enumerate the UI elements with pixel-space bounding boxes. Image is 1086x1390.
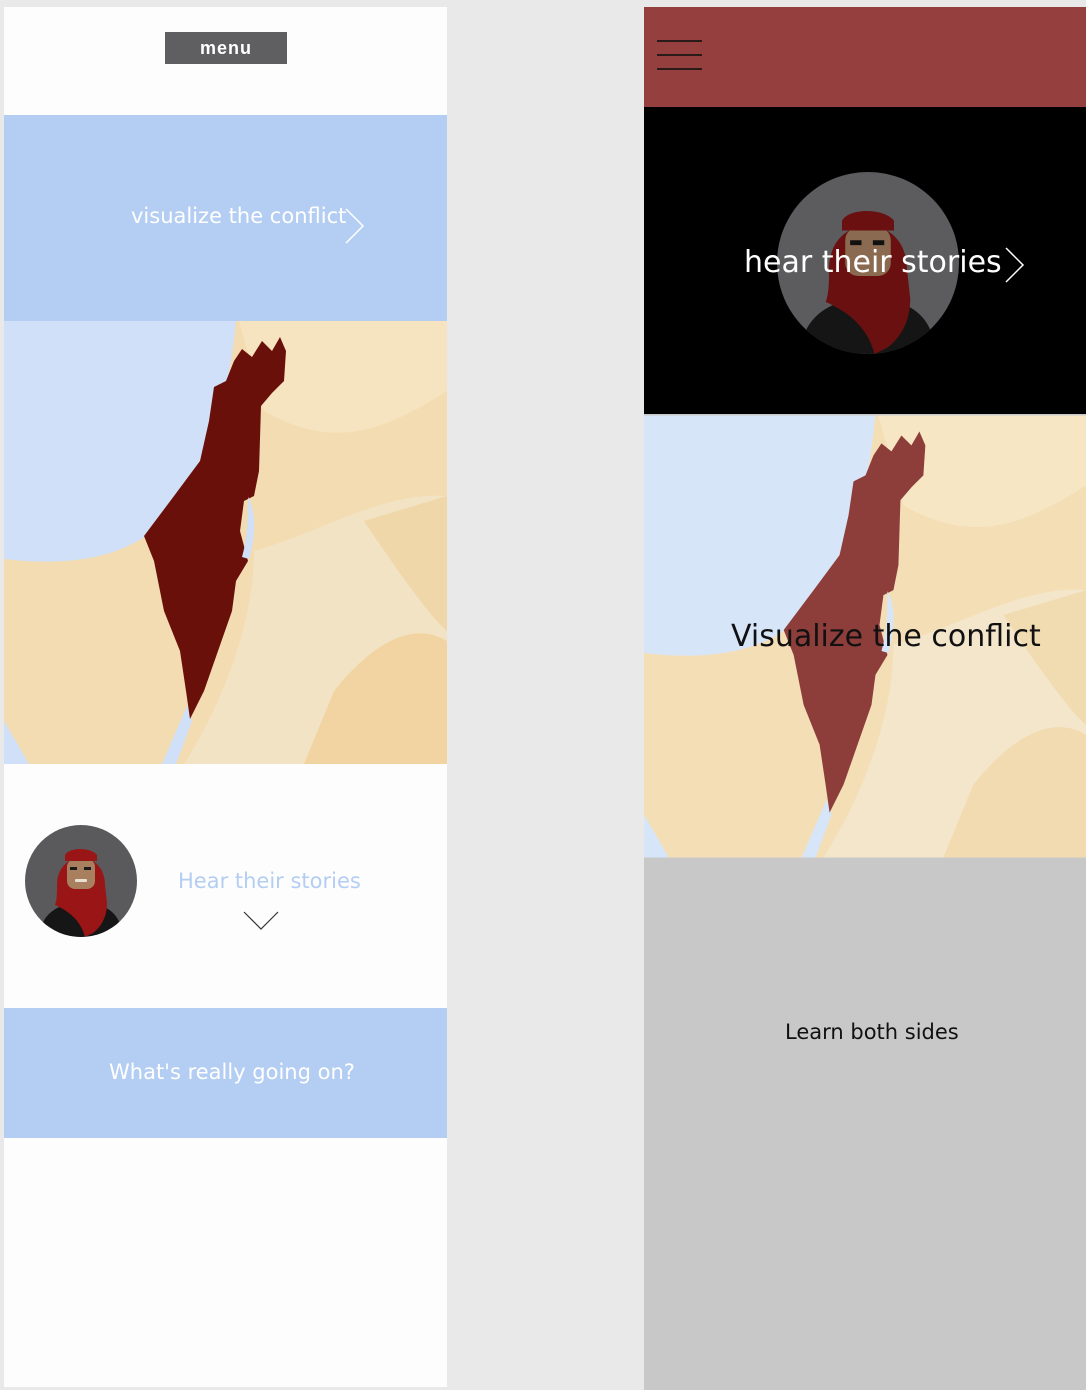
visualize-conflict-banner[interactable]: visualize the conflict [4,115,447,321]
hear-stories-label[interactable]: Hear their stories [178,869,361,893]
chevron-right-icon [345,208,365,244]
visualize-conflict-label: visualize the conflict [131,204,347,228]
whats-going-on-banner[interactable]: What's really going on? [4,1008,447,1138]
israel-map[interactable] [4,321,447,764]
whats-going-on-label: What's really going on? [109,1060,355,1084]
hear-stories-title: hear their stories [744,245,1002,280]
learn-both-sides-label[interactable]: Learn both sides [785,1020,959,1044]
hear-stories-section[interactable]: hear their stories [644,107,1086,414]
header-bar [644,7,1086,107]
mobile-screen-b: hear their stories Visualize the conflic… [644,7,1086,1390]
storyteller-avatar[interactable] [25,825,137,937]
chevron-down-icon[interactable] [242,910,280,932]
chevron-right-icon[interactable] [1004,246,1026,284]
hamburger-menu-icon[interactable] [657,38,702,72]
visualize-conflict-title[interactable]: Visualize the conflict [731,619,1041,654]
mobile-screen-a: menu visualize the conflict Hear their s… [4,7,447,1387]
menu-button[interactable]: menu [165,32,287,64]
